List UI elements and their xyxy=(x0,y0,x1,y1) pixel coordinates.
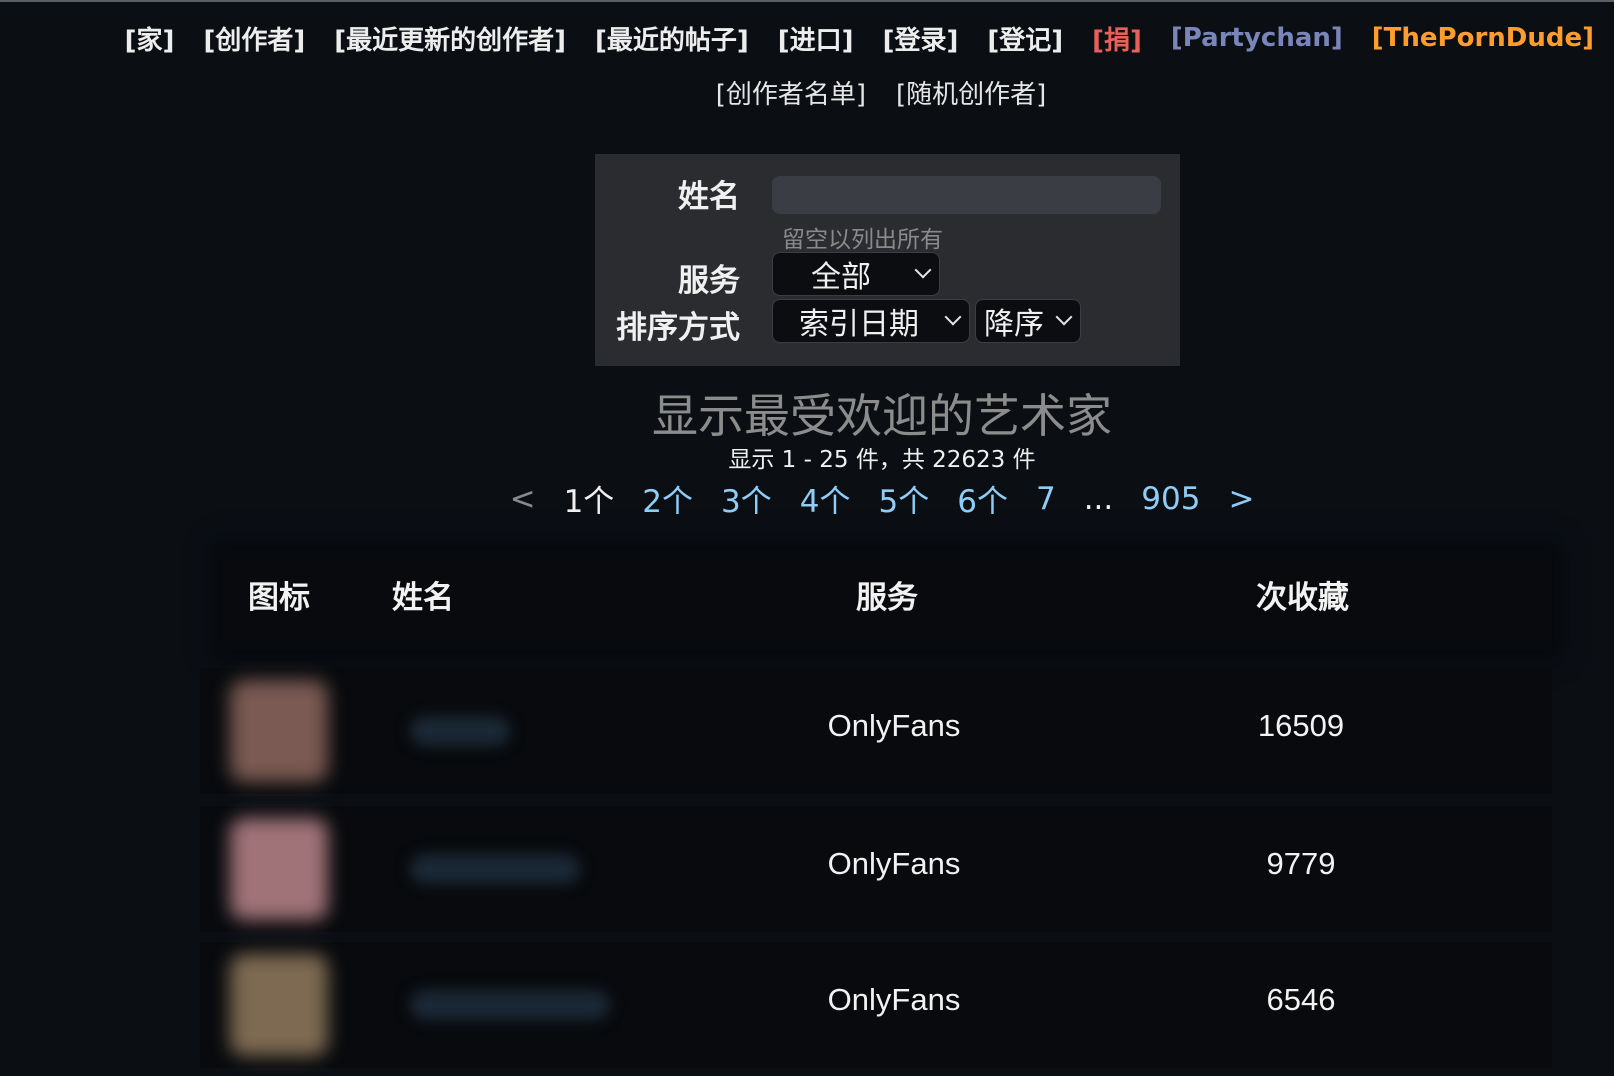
table-row[interactable]: OnlyFans 6546 xyxy=(200,942,1552,1068)
service-label: 服务 xyxy=(678,263,740,299)
page-link[interactable]: 7 xyxy=(1036,481,1056,517)
nav-artist-list-link[interactable]: [创作者名单] xyxy=(716,74,866,111)
page-link[interactable]: 6个 xyxy=(957,476,1008,521)
nav-theporndude-link[interactable]: [ThePornDude] xyxy=(1372,23,1594,53)
nav-login-link[interactable]: [登录] xyxy=(883,20,959,57)
primary-nav: [家] [创作者] [最近更新的创作者] [最近的帖子] [进口] [登录] [… xyxy=(125,16,1594,60)
pagination: < 1个 2个 3个 4个 5个 6个 7 ... 905 > xyxy=(0,476,1614,521)
avatar[interactable] xyxy=(230,680,328,782)
chevron-down-icon xyxy=(1055,308,1073,326)
nav-random-artist-link[interactable]: [随机创作者] xyxy=(896,74,1046,111)
name-label: 姓名 xyxy=(678,179,740,215)
avatar[interactable] xyxy=(230,954,328,1056)
avatar[interactable] xyxy=(230,818,328,920)
nav-partychan-link[interactable]: [Partychan] xyxy=(1171,23,1343,53)
sort-order-value: 降序 xyxy=(984,307,1044,342)
sort-order-select[interactable]: 降序 xyxy=(975,299,1081,343)
page-link[interactable]: 3个 xyxy=(721,476,772,521)
chevron-down-icon xyxy=(944,308,962,326)
prev-page-button[interactable]: < xyxy=(510,481,536,517)
search-form: 姓名 留空以列出所有 服务 全部 排序方式 索引日期 降序 xyxy=(595,154,1180,366)
nav-recent-posts-link[interactable]: [最近的帖子] xyxy=(595,20,749,57)
icon-column-header: 图标 xyxy=(248,580,310,616)
name-search-input[interactable] xyxy=(772,176,1161,214)
service-cell: OnlyFans xyxy=(827,708,961,743)
nav-import-link[interactable]: [进口] xyxy=(778,20,854,57)
pagination-ellipsis: ... xyxy=(1083,480,1114,517)
page-link[interactable]: 2个 xyxy=(642,476,693,521)
top-border xyxy=(0,0,1614,2)
nav-home-link[interactable]: [家] xyxy=(125,20,175,57)
artist-name-link[interactable] xyxy=(410,854,580,884)
artist-name-link[interactable] xyxy=(410,990,610,1020)
last-page-link[interactable]: 905 xyxy=(1141,481,1200,517)
page-link[interactable]: 5个 xyxy=(879,476,930,521)
service-select-value: 全部 xyxy=(811,260,871,295)
service-cell: OnlyFans xyxy=(827,982,961,1017)
next-page-button[interactable]: > xyxy=(1228,481,1254,517)
nav-artists-link[interactable]: [创作者] xyxy=(203,20,305,57)
sort-by-select[interactable]: 索引日期 xyxy=(772,299,970,343)
sort-label: 排序方式 xyxy=(616,310,740,346)
results-count: 显示 1 - 25 件，共 22623 件 xyxy=(728,447,1036,473)
chevron-down-icon xyxy=(914,261,932,279)
name-column-header[interactable]: 姓名 xyxy=(392,572,454,617)
name-hint: 留空以列出所有 xyxy=(782,227,943,253)
favorites-cell: 9779 xyxy=(1266,846,1336,881)
nav-donate-link[interactable]: [捐] xyxy=(1092,20,1142,57)
table-row[interactable]: OnlyFans 16509 xyxy=(200,668,1552,794)
favorites-cell: 6546 xyxy=(1266,982,1336,1017)
table-row[interactable]: OnlyFans 9779 xyxy=(200,806,1552,932)
artist-name-link[interactable] xyxy=(410,716,510,746)
favorites-column-header[interactable]: 次收藏 xyxy=(1256,572,1349,617)
service-column-header[interactable]: 服务 xyxy=(856,572,918,617)
favorites-cell: 16509 xyxy=(1257,708,1345,743)
service-cell: OnlyFans xyxy=(827,846,961,881)
secondary-nav: [创作者名单] [随机创作者] xyxy=(0,70,1614,114)
current-page: 1个 xyxy=(563,484,615,520)
sort-by-value: 索引日期 xyxy=(799,307,919,342)
table-header: 图标 姓名 服务 次收藏 xyxy=(222,550,1552,650)
nav-recently-updated-link[interactable]: [最近更新的创作者] xyxy=(334,20,566,57)
service-select[interactable]: 全部 xyxy=(772,252,940,296)
page-link[interactable]: 4个 xyxy=(800,476,851,521)
results-heading: 显示最受欢迎的艺术家 xyxy=(652,389,1112,443)
nav-register-link[interactable]: [登记] xyxy=(987,20,1063,57)
